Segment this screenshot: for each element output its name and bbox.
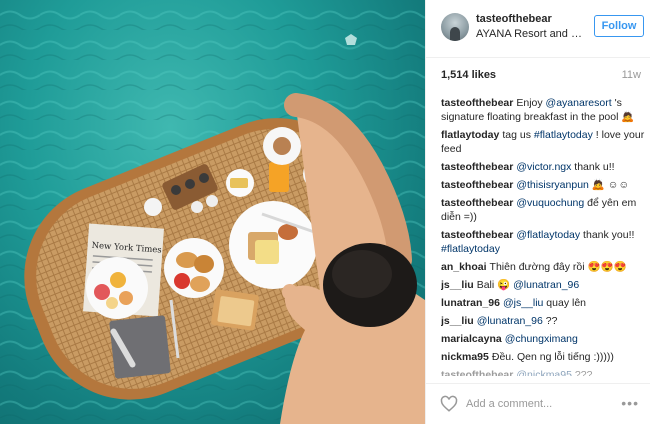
comment-mention[interactable]: @victor.ngx [516, 161, 571, 173]
likes-count[interactable]: 1,514 likes [441, 69, 496, 81]
location-link[interactable]: AYANA Resort and S... [476, 28, 586, 40]
more-options-icon[interactable]: ••• [621, 396, 639, 410]
comment-username[interactable]: js__liu [441, 315, 474, 327]
comment-item: tasteofthebear Enjoy @ayanaresort 's sign… [441, 96, 646, 124]
comment-item: an_khoai Thiên đường đây rồi 😍😍😍 [441, 260, 646, 274]
comment-mention[interactable]: @flatlaytoday [516, 229, 580, 241]
comment-mention[interactable]: @lunatran_96 [513, 279, 579, 291]
heart-icon[interactable] [440, 395, 458, 413]
comment-mention[interactable]: #flatlaytoday [534, 129, 593, 141]
comment-text: Thiên đường đây rồi 😍😍😍 [489, 261, 627, 273]
comment-item: nickma95 Đều. Qen ng lỗi tiếng :))))) [441, 350, 646, 364]
comment-text: thank you!! [580, 229, 635, 241]
comment-text: tag us [502, 129, 534, 141]
comment-item: tasteofthebear @vuquochung để yên em diễn… [441, 196, 646, 224]
post-photo[interactable]: New York Times [0, 0, 425, 424]
floating-breakfast-photo: New York Times [0, 0, 425, 424]
comment-text: 🙇 ☺☺ [588, 179, 630, 191]
comment-text: Enjoy [516, 97, 546, 109]
comment-username[interactable]: marialcayna [441, 333, 502, 345]
comment-text: thank u!! [571, 161, 615, 173]
comment-text: Đều. Qen ng lỗi tiếng :))))) [491, 351, 614, 363]
comment-item: js__liu @lunatran_96 ?? [441, 314, 646, 328]
comment-mention[interactable]: @ayanaresort [546, 97, 612, 109]
avatar[interactable] [441, 13, 469, 41]
post-details-panel: tasteofthebear AYANA Resort and S... Fol… [425, 0, 650, 424]
comment-username[interactable]: nickma95 [441, 351, 489, 363]
comment-mention[interactable]: @thisisryanpun [516, 179, 589, 191]
comment-item: tasteofthebear @victor.ngx thank u!! [441, 160, 646, 174]
comment-username[interactable]: flatlaytoday [441, 129, 499, 141]
comment-username[interactable]: tasteofthebear [441, 197, 513, 209]
follow-button[interactable]: Follow [594, 15, 644, 37]
comment-username[interactable]: tasteofthebear [441, 179, 513, 191]
username[interactable]: tasteofthebear [476, 13, 552, 25]
comment-mention[interactable]: @chungximang [505, 333, 578, 345]
comment-username[interactable]: tasteofthebear [441, 161, 513, 173]
comment-username[interactable]: tasteofthebear [441, 97, 513, 109]
comment-item: tasteofthebear @flatlaytoday thank you!! … [441, 228, 646, 256]
comment-username[interactable]: lunatran_96 [441, 297, 500, 309]
comment-text: ??? [571, 369, 593, 376]
comment-username[interactable]: tasteofthebear [441, 229, 513, 241]
comment-text: ?? [542, 315, 558, 327]
comment-text: quay lên [543, 297, 587, 309]
napkin [109, 315, 171, 379]
post-time[interactable]: 11w [622, 69, 641, 81]
post-stats: 1,514 likes 11w [441, 69, 641, 85]
comment-mention[interactable]: @vuquochung [516, 197, 584, 209]
comment-mention[interactable]: @nickma95 [516, 369, 572, 376]
comment-mention[interactable]: #flatlaytoday [441, 243, 500, 255]
add-comment-row: ••• [426, 383, 650, 424]
comment-item: flatlaytoday tag us #flatlaytoday ! love … [441, 128, 646, 156]
comment-mention[interactable]: @js__liu [503, 297, 543, 309]
comment-item: tasteofthebear @nickma95 ??? [441, 368, 646, 376]
comment-username[interactable]: js__liu [441, 279, 474, 291]
comment-item: js__liu Bali 😜 @lunatran_96 [441, 278, 646, 292]
add-comment-input[interactable] [466, 396, 606, 412]
comment-item: lunatran_96 @js__liu quay lên [441, 296, 646, 310]
comment-item: tasteofthebear @thisisryanpun 🙇 ☺☺ [441, 178, 646, 192]
orange-juice [269, 162, 289, 192]
comments-list: tasteofthebear Enjoy @ayanaresort 's sign… [441, 96, 646, 376]
comment-username[interactable]: tasteofthebear [441, 369, 513, 376]
post-header: tasteofthebear AYANA Resort and S... Fol… [426, 0, 650, 58]
comment-mention[interactable]: @lunatran_96 [477, 315, 543, 327]
comment-item: marialcayna @chungximang [441, 332, 646, 346]
comment-username[interactable]: an_khoai [441, 261, 487, 273]
comment-text: Bali 😜 [476, 279, 514, 291]
